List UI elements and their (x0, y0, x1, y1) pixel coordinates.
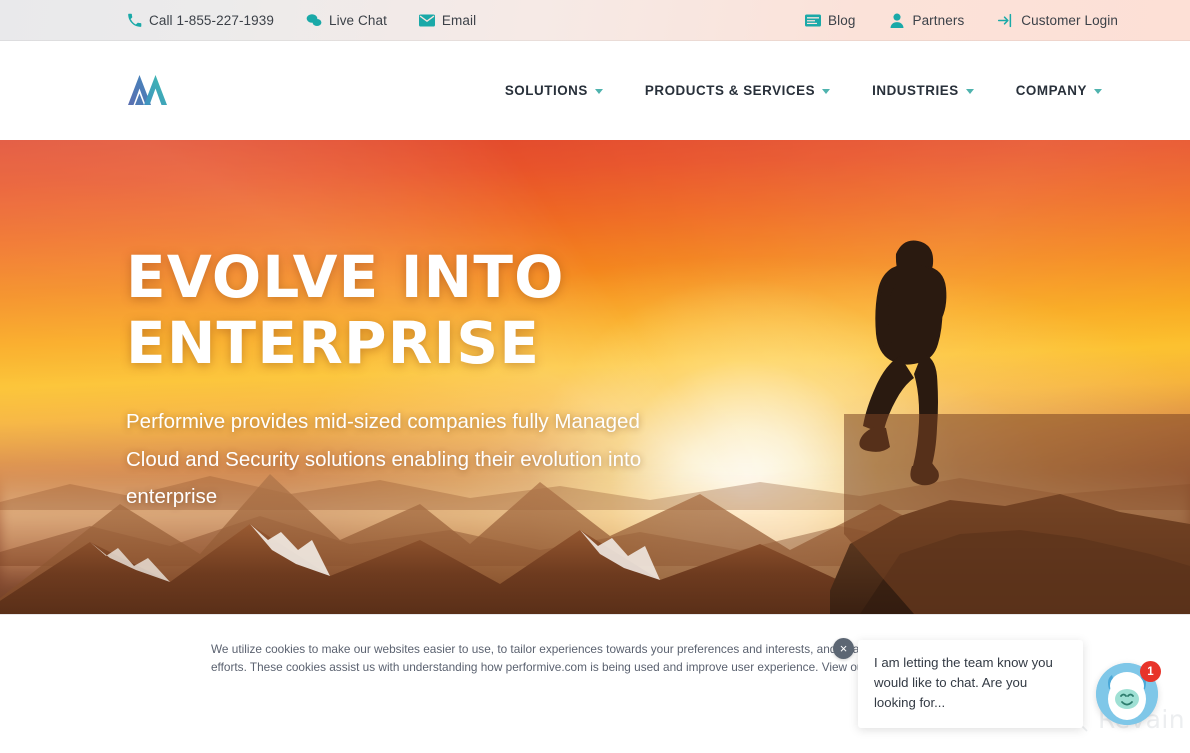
nav-links: SOLUTIONS PRODUCTS & SERVICES INDUSTRIES… (505, 83, 1102, 98)
topbar-live-chat-label: Live Chat (328, 12, 387, 28)
topbar-blog-link[interactable]: Blog (805, 12, 855, 28)
envelope-icon (418, 12, 435, 28)
hero-banner: EVOLVE INTO ENTERPRISE Performive provid… (0, 140, 1190, 614)
topbar-right-group: Blog Partners Customer Login (805, 12, 1118, 28)
topbar-left-group: Call 1-855-227-1939 Live Chat Email (126, 12, 476, 28)
close-icon[interactable]: × (833, 638, 854, 659)
topbar-live-chat-link[interactable]: Live Chat (306, 12, 387, 28)
hero-headline-line2: ENTERPRISE (126, 309, 541, 378)
topbar-call-label: Call 1-855-227-1939 (149, 12, 274, 28)
cookie-banner-text: We utilize cookies to make our websites … (211, 641, 911, 677)
chat-message-bubble[interactable]: I am letting the team know you would lik… (858, 640, 1083, 729)
cookie-banner-text-line2: efforts. These cookies assist us with un… (211, 659, 886, 674)
nav-item-products-services-label: PRODUCTS & SERVICES (644, 83, 816, 98)
nav-item-industries[interactable]: INDUSTRIES (872, 83, 974, 98)
nav-item-company[interactable]: COMPANY (1016, 83, 1102, 98)
chevron-down-icon (1094, 89, 1102, 94)
chat-unread-badge: 1 (1140, 661, 1161, 682)
cookie-banner-text-line1: We utilize cookies to make our websites … (211, 642, 883, 656)
topbar-partners-label: Partners (912, 12, 965, 28)
chevron-down-icon (822, 89, 831, 94)
phone-icon (126, 12, 142, 28)
nav-item-solutions-label: SOLUTIONS (504, 83, 588, 98)
top-utility-bar: Call 1-855-227-1939 Live Chat Email Blog (0, 0, 1190, 41)
chevron-down-icon (965, 89, 974, 94)
nav-item-company-label: COMPANY (1015, 83, 1087, 98)
login-arrow-icon (998, 12, 1014, 28)
topbar-customer-login-link[interactable]: Customer Login (998, 12, 1118, 28)
topbar-blog-label: Blog (828, 12, 856, 28)
hero-copy: EVOLVE INTO ENTERPRISE Performive provid… (126, 247, 746, 515)
nav-item-products-services[interactable]: PRODUCTS & SERVICES (644, 83, 831, 98)
hero-headline: EVOLVE INTO ENTERPRISE (126, 247, 746, 378)
performive-mountain-logo[interactable] (126, 71, 172, 111)
hero-subtitle: Performive provides mid-sized companies … (126, 410, 642, 508)
topbar-email-label: Email (441, 12, 477, 28)
hero-headline-line1: EVOLVE INTO (126, 243, 565, 311)
main-navigation-bar: SOLUTIONS PRODUCTS & SERVICES INDUSTRIES… (0, 41, 1190, 140)
topbar-email-link[interactable]: Email (418, 12, 477, 28)
nav-item-solutions[interactable]: SOLUTIONS (505, 83, 603, 98)
nav-item-industries-label: INDUSTRIES (872, 83, 959, 98)
chat-bubbles-icon (306, 12, 322, 28)
chevron-down-icon (594, 89, 603, 94)
topbar-partners-link[interactable]: Partners (889, 12, 964, 28)
person-icon (889, 12, 905, 28)
blog-card-icon (805, 12, 822, 28)
topbar-call-link[interactable]: Call 1-855-227-1939 (126, 12, 274, 28)
hero-climber-silhouette (830, 194, 1190, 614)
topbar-customer-login-label: Customer Login (1021, 12, 1118, 28)
